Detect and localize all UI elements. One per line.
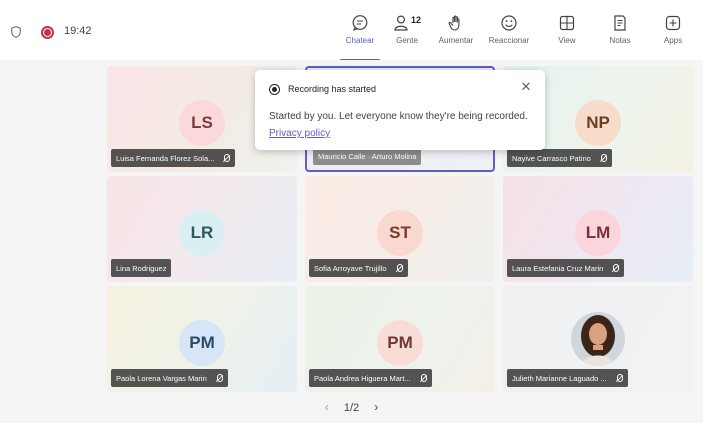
participant-tile[interactable]: PM Paola Andrea Higuera Mart... [305, 286, 495, 392]
apps-icon [665, 15, 681, 31]
notes-icon [614, 15, 626, 31]
avatar: LR [179, 210, 225, 256]
chat-button[interactable]: Chatear [335, 10, 385, 60]
participant-name: Julieth Marianne Laguado ... [512, 373, 607, 383]
participant-name-tag: Lina Rodriguez [111, 259, 172, 277]
participant-tile[interactable]: PM Paola Lorena Vargas Marin [107, 286, 297, 392]
gallery-pager: ‹ 1/2 › [0, 400, 703, 414]
apps-button[interactable]: Apps [648, 10, 698, 60]
participant-name: Paola Lorena Vargas Marin [116, 373, 207, 383]
notes-button[interactable]: Notas [595, 10, 645, 60]
participant-tile[interactable]: LR Lina Rodriguez [107, 176, 297, 282]
people-button[interactable]: 12 Gente [382, 10, 432, 60]
react-icon [501, 15, 517, 31]
react-label: Reaccionar [488, 36, 530, 45]
chat-icon [352, 15, 368, 31]
chevron-right-icon[interactable]: › [374, 400, 378, 414]
participant-name-tag: Laura Estefania Cruz Marin [507, 259, 625, 277]
participant-name: Paola Andrea Higuera Mart... [314, 373, 411, 383]
view-button[interactable]: View [542, 10, 592, 60]
view-icon [559, 15, 575, 31]
view-label: View [558, 36, 576, 45]
page-indicator: 1/2 [343, 402, 360, 414]
participant-name-tag: Sofia Arroyave Trujillo [309, 259, 408, 277]
notification-body: Started by you. Let everyone know they'r… [269, 108, 529, 142]
participant-name: Luisa Fernanda Florez Sola... [116, 153, 215, 163]
chevron-left-icon[interactable]: ‹ [325, 400, 329, 414]
notification-message: Started by you. Let everyone know they'r… [269, 111, 528, 122]
participant-name: Lina Rodriguez [116, 263, 167, 273]
privacy-policy-link[interactable]: Privacy policy [269, 128, 330, 139]
participant-tile[interactable]: Julieth Marianne Laguado ... [503, 286, 693, 392]
meeting-toolbar: Chatear 12 Gente Aumentar Reaccionar Vie… [0, 10, 703, 60]
participant-name-tag: Paola Lorena Vargas Marin [111, 369, 228, 387]
notes-label: Notas [609, 36, 631, 45]
mic-muted-icon [420, 373, 427, 383]
mic-muted-icon [600, 153, 607, 163]
raise-hand-button[interactable]: Aumentar [431, 10, 481, 60]
mic-muted-icon [223, 153, 231, 163]
avatar: ST [377, 210, 423, 256]
raise-hand-icon [448, 15, 460, 31]
participant-name: Sofia Arroyave Trujillo [314, 263, 387, 273]
participant-name-tag: Nayive Carrasco Patino [507, 149, 612, 167]
participant-name-tag: Paola Andrea Higuera Mart... [309, 369, 432, 387]
avatar: PM [179, 320, 225, 366]
chat-label: Chatear [345, 36, 375, 45]
mic-muted-icon [616, 373, 623, 383]
recording-notification: Recording has started ✕ Started by you. … [255, 70, 545, 150]
people-icon [394, 15, 408, 31]
participant-name: Mauricio Calle · Arturo Molina [318, 151, 417, 161]
apps-label: Apps [663, 36, 683, 45]
notification-title: Recording has started [288, 84, 377, 94]
participant-tile[interactable]: ST Sofia Arroyave Trujillo [305, 176, 495, 282]
avatar: LS [179, 100, 225, 146]
avatar: NP [575, 100, 621, 146]
mic-muted-icon [216, 373, 223, 383]
participant-name-tag: Luisa Fernanda Florez Sola... [111, 149, 236, 167]
meeting-top-bar: 19:42 Chatear 12 Gente Aumentar Reaccion… [0, 0, 703, 61]
avatar: LM [575, 210, 621, 256]
people-count: 12 [411, 15, 422, 25]
participant-name-tag: Julieth Marianne Laguado ... [507, 369, 628, 387]
people-label: Gente [396, 36, 418, 45]
react-button[interactable]: Reaccionar [484, 10, 534, 60]
participant-tile[interactable]: LM Laura Estefania Cruz Marin [503, 176, 693, 282]
raise-hand-label: Aumentar [438, 36, 474, 45]
participant-name: Nayive Carrasco Patino [512, 153, 591, 163]
avatar: PM [377, 320, 423, 366]
participant-name: Laura Estefania Cruz Marin [512, 263, 604, 273]
record-icon [269, 84, 280, 95]
close-icon[interactable]: ✕ [519, 80, 533, 94]
participant-photo [571, 312, 625, 366]
mic-muted-icon [612, 263, 620, 273]
mic-muted-icon [396, 263, 403, 273]
